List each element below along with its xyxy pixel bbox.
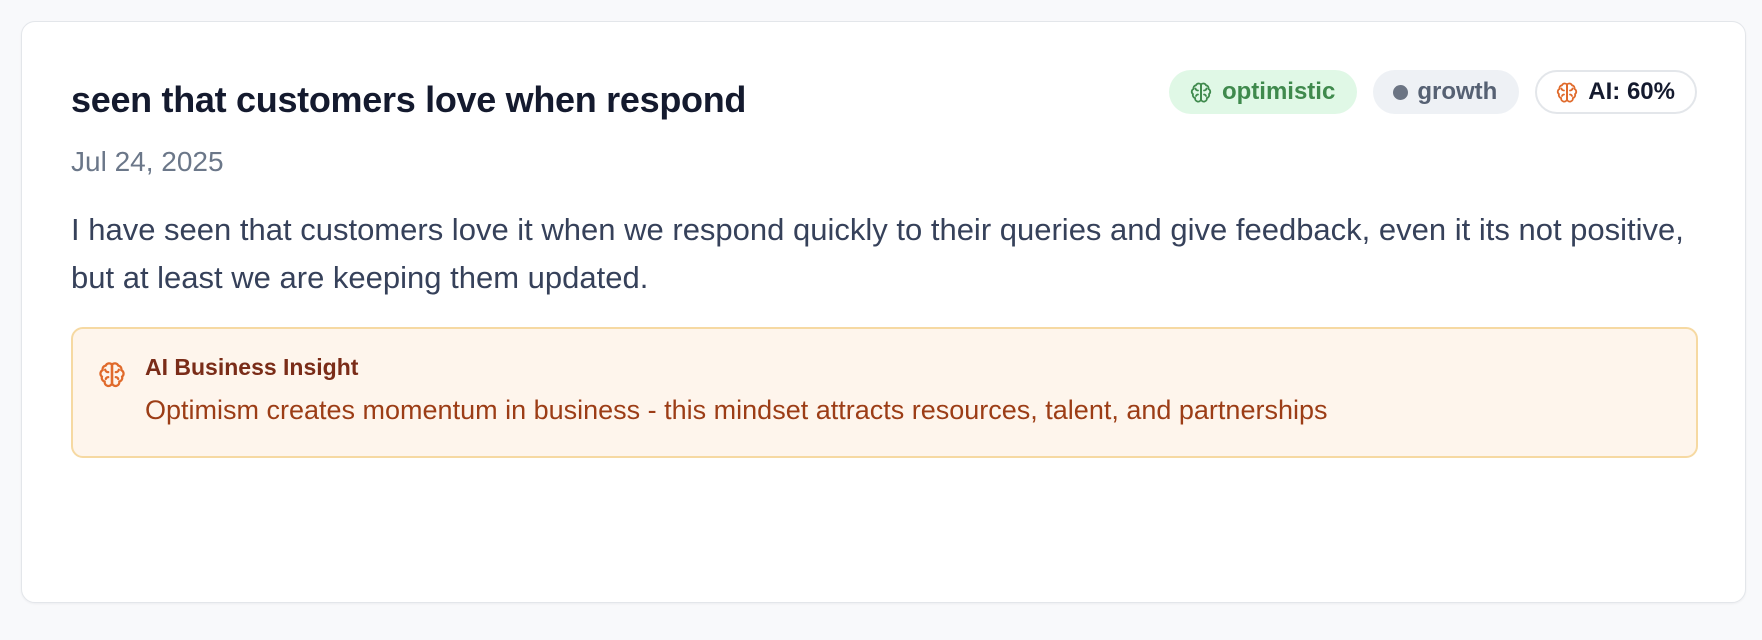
insight-text: Optimism creates momentum in business - … [145,395,1328,425]
entry-body: I have seen that customers love it when … [71,212,1684,295]
badge-group: optimistic growth AI: 60% [1168,70,1697,114]
journal-entry-card: seen that customers love when respond Ju… [21,21,1746,603]
ai-score-label: AI: 60% [1588,78,1675,105]
insight-heading: AI Business Insight [145,354,359,380]
sentiment-label: optimistic [1221,78,1336,105]
topic-dot-icon [1393,84,1409,100]
entry-title: seen that customers love when respond [71,79,747,120]
entry-date: Jul 24, 2025 [71,146,224,177]
ai-insight-box: AI Business Insight Optimism creates mom… [71,327,1698,458]
sentiment-badge: optimistic [1168,70,1358,114]
brain-icon [99,362,125,388]
brain-icon [1190,82,1212,103]
topic-badge: growth [1373,70,1520,114]
ai-score-badge: AI: 60% [1535,70,1697,114]
topic-label: growth [1417,78,1498,105]
brain-icon [1557,82,1578,103]
